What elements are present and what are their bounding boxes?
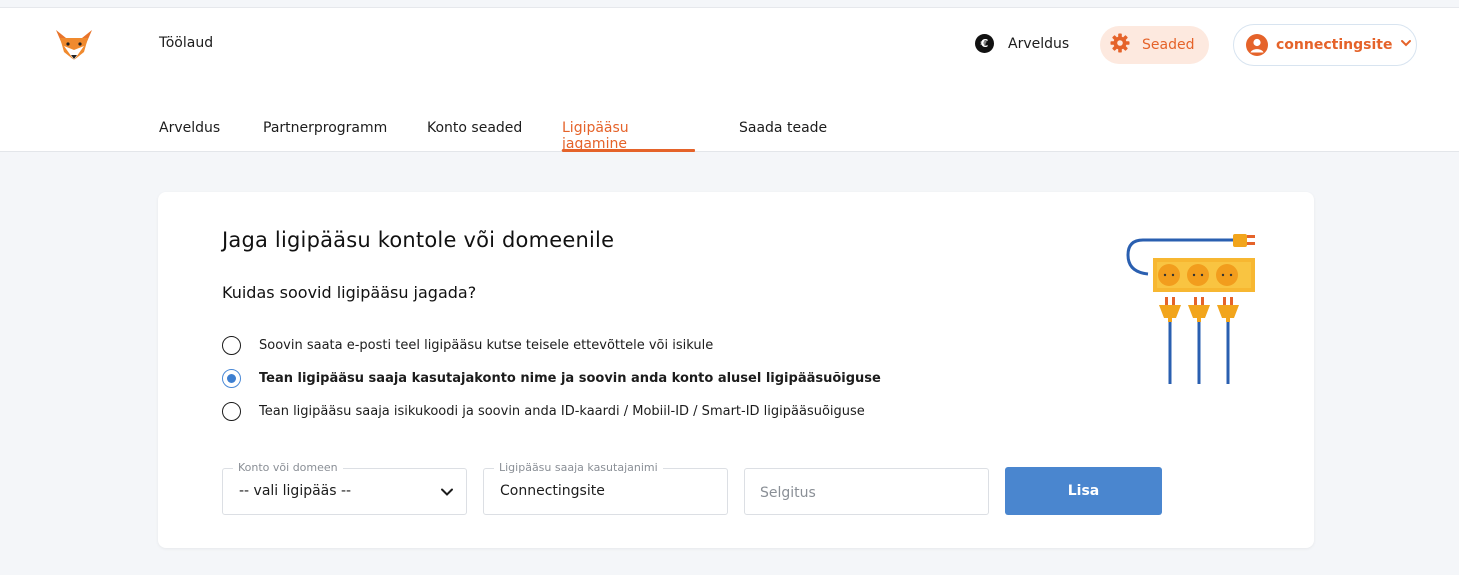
account-or-domain-select[interactable]: Konto või domeen -- vali ligipääs --	[222, 461, 467, 515]
share-access-card: Jaga ligipääsu kontole või domeenile Kui…	[158, 192, 1314, 548]
gear-icon	[1110, 33, 1130, 57]
fox-logo-icon[interactable]	[54, 28, 94, 62]
recipient-username-value: Connectingsite	[500, 483, 605, 499]
header: Töölaud € Arveldus Seaded connectingsite…	[0, 8, 1459, 152]
radio-personal-code[interactable]	[222, 402, 241, 421]
top-strip	[0, 0, 1459, 8]
username-label: connectingsite	[1276, 37, 1393, 53]
billing-link[interactable]: € Arveldus	[975, 34, 1069, 53]
tab-arveldus[interactable]: Arveldus	[159, 120, 263, 152]
power-strip-illustration	[1123, 222, 1258, 392]
chevron-down-icon	[440, 484, 454, 498]
tab-partnerprogramm[interactable]: Partnerprogramm	[263, 120, 427, 152]
recipient-username-label: Ligipääsu saaja kasutajanimi	[494, 461, 663, 474]
billing-link-label: Arveldus	[1008, 35, 1070, 52]
account-or-domain-value: -- vali ligipääs --	[239, 483, 352, 499]
tab-ligipaasu-jagamine[interactable]: Ligipääsu jagamine	[562, 120, 695, 152]
option-email-invite-label: Soovin saata e-posti teel ligipääsu kuts…	[259, 338, 714, 353]
option-personal-code-label: Tean ligipääsu saaja isikukoodi ja soovi…	[259, 404, 865, 419]
option-personal-code[interactable]: Tean ligipääsu saaja isikukoodi ja soovi…	[222, 402, 865, 421]
description-input[interactable]	[745, 469, 988, 514]
chevron-down-icon	[1400, 37, 1412, 53]
description-field[interactable]	[744, 468, 989, 515]
user-menu-button[interactable]: connectingsite	[1233, 24, 1417, 66]
settings-button[interactable]: Seaded	[1100, 26, 1209, 64]
euro-icon: €	[975, 34, 994, 53]
radio-account-name[interactable]	[222, 369, 241, 388]
option-account-name[interactable]: Tean ligipääsu saaja kasutajakonto nime …	[222, 369, 881, 388]
card-title: Jaga ligipääsu kontole või domeenile	[222, 228, 615, 252]
radio-email-invite[interactable]	[222, 336, 241, 355]
add-button[interactable]: Lisa	[1005, 467, 1162, 515]
recipient-username-field[interactable]: Ligipääsu saaja kasutajanimi Connectings…	[483, 461, 728, 515]
tab-konto-seaded[interactable]: Konto seaded	[427, 120, 562, 152]
share-method-question: Kuidas soovid ligipääsu jagada?	[222, 283, 477, 302]
settings-button-label: Seaded	[1142, 37, 1195, 53]
account-or-domain-label: Konto või domeen	[233, 461, 343, 474]
user-avatar-icon	[1246, 34, 1268, 56]
tab-saada-teade[interactable]: Saada teade	[739, 120, 829, 152]
dashboard-link[interactable]: Töölaud	[159, 35, 213, 51]
tab-bar: Arveldus Partnerprogramm Konto seaded Li…	[159, 120, 829, 152]
option-account-name-label: Tean ligipääsu saaja kasutajakonto nime …	[259, 371, 881, 386]
option-email-invite[interactable]: Soovin saata e-posti teel ligipääsu kuts…	[222, 336, 713, 355]
